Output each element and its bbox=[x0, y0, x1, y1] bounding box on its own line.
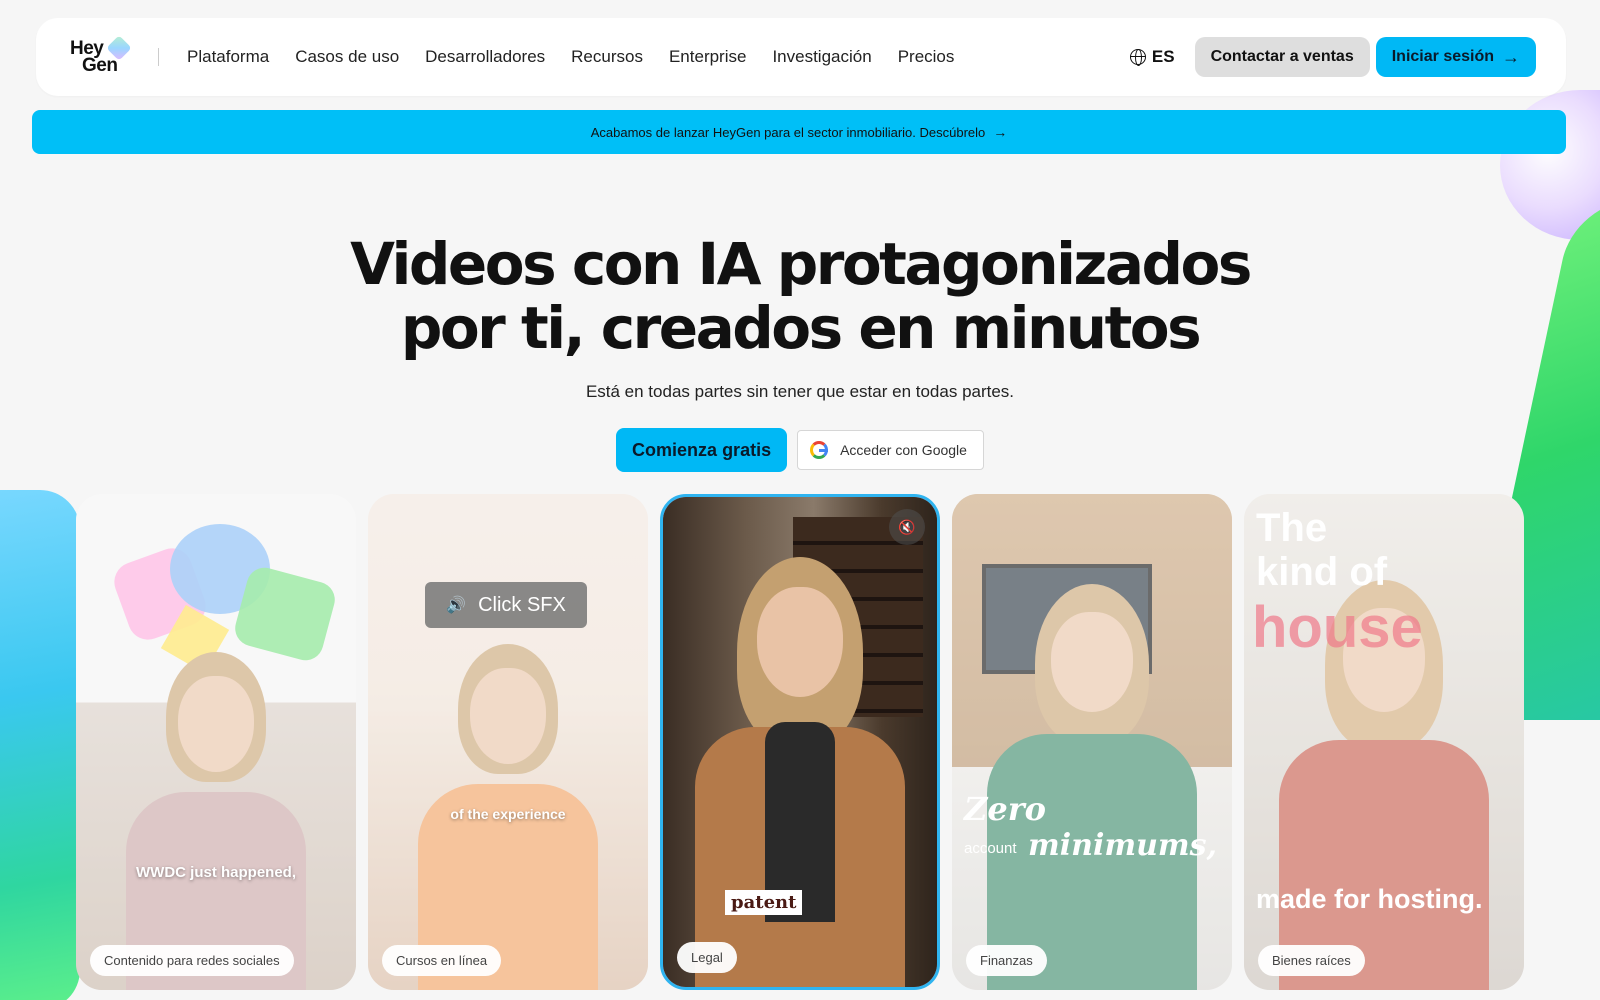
contact-sales-label: Contactar a ventas bbox=[1210, 48, 1354, 65]
video-caption-kind-of: kind of bbox=[1256, 550, 1388, 594]
nav-item-plataforma[interactable]: Plataforma bbox=[187, 47, 269, 67]
arrow-right-icon: → bbox=[1502, 46, 1520, 67]
google-icon bbox=[810, 441, 829, 459]
nav-item-recursos[interactable]: Recursos bbox=[571, 47, 643, 67]
hero-cta-row: Comienza gratis Acceder con Google bbox=[0, 428, 1600, 472]
video-card-legal[interactable]: 🔇 patent Legal bbox=[660, 494, 940, 990]
video-card-finance[interactable]: Zero account minimums, Finanzas bbox=[952, 494, 1232, 990]
language-selector[interactable]: ES bbox=[1129, 47, 1175, 67]
heygen-logo[interactable]: Hey Gen bbox=[70, 35, 132, 77]
sfx-label: Click SFX bbox=[478, 593, 566, 616]
nav-item-casos-de-uso[interactable]: Casos de uso bbox=[295, 47, 399, 67]
sfx-overlay: 🔊 Click SFX bbox=[425, 582, 587, 628]
contact-sales-button[interactable]: Contactar a ventas bbox=[1194, 37, 1370, 77]
header-actions: ES Contactar a ventas Iniciar sesión → bbox=[1129, 37, 1536, 77]
google-signin-label: Acceder con Google bbox=[840, 442, 967, 458]
video-caption-the: The bbox=[1256, 506, 1328, 550]
globe-icon bbox=[1129, 49, 1146, 66]
video-carousel: WWDC just happened, Contenido para redes… bbox=[76, 494, 1526, 990]
video-caption-zero: Zero bbox=[964, 790, 1046, 828]
nav-item-enterprise[interactable]: Enterprise bbox=[669, 47, 746, 67]
nav-item-desarrolladores[interactable]: Desarrolladores bbox=[425, 47, 545, 67]
card-tag: Cursos en línea bbox=[382, 945, 502, 976]
inactive-overlay bbox=[76, 494, 356, 990]
announcement-banner[interactable]: Acabamos de lanzar HeyGen para el sector… bbox=[32, 110, 1566, 154]
speaker-icon: 🔊 bbox=[446, 597, 467, 614]
decorative-left-ribbon bbox=[0, 490, 80, 1000]
video-caption: of the experience bbox=[450, 806, 566, 822]
logo-text-line2: Gen bbox=[82, 55, 118, 76]
main-nav: Plataforma Casos de uso Desarrolladores … bbox=[187, 47, 954, 67]
card-tag: Legal bbox=[677, 942, 737, 973]
video-caption-house: house bbox=[1252, 595, 1423, 660]
login-button[interactable]: Iniciar sesión → bbox=[1375, 37, 1536, 77]
nav-item-investigacion[interactable]: Investigación bbox=[772, 47, 871, 67]
hero-subtitle: Está en todas partes sin tener que estar… bbox=[585, 382, 1015, 401]
header-divider bbox=[158, 48, 159, 66]
nav-item-precios[interactable]: Precios bbox=[898, 47, 955, 67]
login-label: Iniciar sesión bbox=[1391, 48, 1494, 65]
top-navbar: Hey Gen Plataforma Casos de uso Desarrol… bbox=[36, 18, 1566, 96]
mute-icon: 🔇 bbox=[898, 518, 916, 535]
card-tag: Bienes raíces bbox=[1258, 945, 1365, 976]
hero-title: Videos con IA protagonizados por ti, cre… bbox=[0, 232, 1600, 360]
presenter bbox=[685, 557, 915, 987]
google-signin-button[interactable]: Acceder con Google bbox=[797, 430, 984, 470]
video-caption-account: account bbox=[964, 840, 1017, 857]
announcement-text: Acabamos de lanzar HeyGen para el sector… bbox=[590, 124, 986, 140]
hero-title-line2: por ti, creados en minutos bbox=[400, 294, 1202, 362]
start-free-label: Comienza gratis bbox=[632, 439, 772, 460]
video-caption: patent bbox=[725, 890, 803, 915]
mute-button[interactable]: 🔇 bbox=[889, 509, 925, 545]
video-card-courses[interactable]: 🔊 Click SFX of the experience Cursos en … bbox=[368, 494, 648, 990]
language-label: ES bbox=[1151, 47, 1175, 66]
hero-title-line1: Videos con IA protagonizados bbox=[350, 230, 1252, 298]
start-free-button[interactable]: Comienza gratis bbox=[616, 428, 788, 472]
video-caption-minimums: minimums, bbox=[1028, 828, 1217, 863]
inactive-overlay bbox=[952, 494, 1232, 990]
video-card-social[interactable]: WWDC just happened, Contenido para redes… bbox=[76, 494, 356, 990]
video-caption-hosting: made for hosting. bbox=[1256, 884, 1483, 914]
video-card-realestate[interactable]: The kind of house made for hosting. Bien… bbox=[1244, 494, 1524, 990]
card-tag: Finanzas bbox=[966, 945, 1047, 976]
arrow-right-icon: → bbox=[993, 124, 1008, 140]
inactive-overlay bbox=[368, 494, 648, 990]
card-tag: Contenido para redes sociales bbox=[90, 945, 294, 976]
video-caption: WWDC just happened, bbox=[136, 864, 296, 881]
